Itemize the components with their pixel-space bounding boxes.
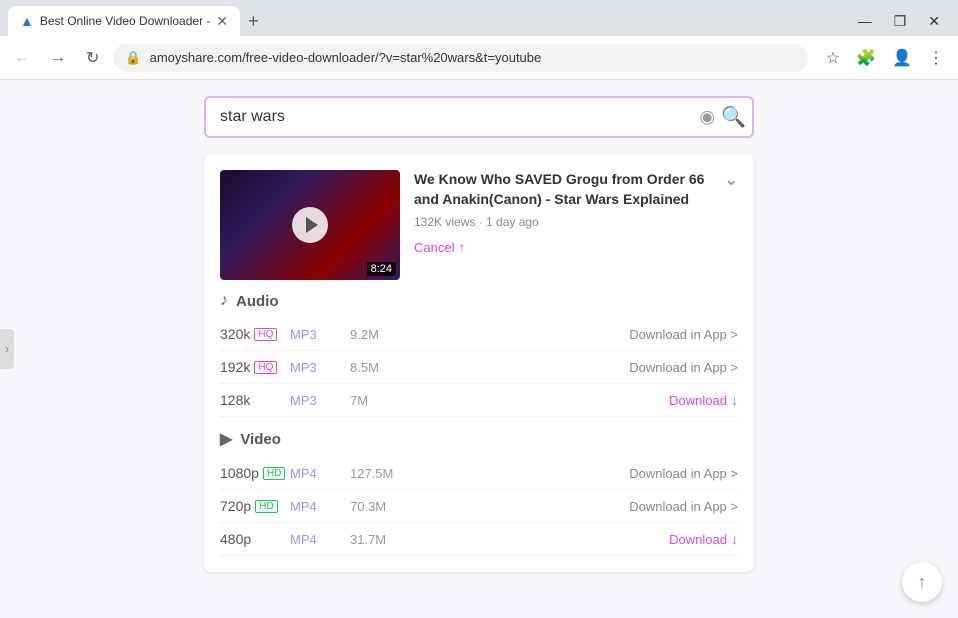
scroll-to-top-button[interactable]: ↑ — [902, 562, 942, 602]
download-128k[interactable]: Download ↓ — [669, 392, 738, 408]
refresh-button[interactable]: ↻ — [80, 44, 105, 72]
audio-row-128k: 128k MP3 7M Download ↓ — [220, 384, 738, 417]
search-button[interactable]: 🔍 — [721, 105, 746, 130]
audio-row-320k: 320k HQ MP3 9.2M Download in App > — [220, 318, 738, 351]
download-app-1080p[interactable]: Download in App > — [629, 466, 738, 481]
expand-icon[interactable]: ⌄ — [725, 170, 738, 192]
format-mp4-1: MP4 — [290, 466, 350, 481]
format-mp3-2: MP3 — [290, 360, 350, 375]
format-mp3-3: MP3 — [290, 393, 350, 408]
tab-favicon: ▲ — [20, 13, 34, 29]
download-app-192k[interactable]: Download in App > — [629, 360, 738, 375]
restore-button[interactable]: ❐ — [884, 9, 917, 34]
url-text: amoyshare.com/free-video-downloader/?v=s… — [150, 50, 796, 65]
hq-badge: HQ — [254, 328, 277, 341]
size-7m: 7M — [350, 393, 669, 408]
video-title: We Know Who SAVED Grogu from Order 66 an… — [414, 170, 738, 209]
audio-section-title: ♪ Audio — [220, 292, 738, 310]
quality-192k: 192k HQ — [220, 359, 290, 375]
download-480p[interactable]: Download ↓ — [669, 531, 738, 547]
new-tab-button[interactable]: + — [240, 7, 267, 36]
hd-badge-1080: HD — [263, 467, 285, 480]
download-app-320k[interactable]: Download in App > — [629, 327, 738, 342]
audio-icon: ♪ — [220, 292, 228, 310]
size-9m2: 9.2M — [350, 327, 629, 342]
video-section-title: ▶ Video — [220, 429, 738, 449]
play-button[interactable] — [292, 207, 328, 243]
download-app-720p[interactable]: Download in App > — [629, 499, 738, 514]
tab-label: Best Online Video Downloader - — [40, 14, 211, 28]
forward-button[interactable]: → — [44, 45, 72, 71]
video-thumbnail[interactable]: 8:24 — [220, 170, 400, 280]
quality-480p: 480p — [220, 531, 290, 547]
quality-320k: 320k HQ — [220, 326, 290, 342]
format-mp3-1: MP3 — [290, 327, 350, 342]
lock-icon: 🔒 — [125, 50, 141, 66]
size-70m: 70.3M — [350, 499, 629, 514]
size-31m: 31.7M — [350, 532, 669, 547]
navigation-bar: ← → ↻ 🔒 amoyshare.com/free-video-downloa… — [0, 36, 958, 80]
search-clear-button[interactable]: ◉ — [699, 107, 715, 128]
video-row-1080p: 1080p HD MP4 127.5M Download in App > — [220, 457, 738, 490]
quality-128k: 128k — [220, 392, 290, 408]
video-row-480p: 480p MP4 31.7M Download ↓ — [220, 523, 738, 556]
video-meta: We Know Who SAVED Grogu from Order 66 an… — [414, 170, 738, 280]
duration-badge: 8:24 — [367, 262, 396, 276]
active-tab[interactable]: ▲ Best Online Video Downloader - ✕ — [8, 6, 240, 36]
profile-button[interactable]: 👤 — [886, 44, 918, 72]
size-127m: 127.5M — [350, 466, 629, 481]
minimize-button[interactable]: — — [848, 9, 882, 34]
url-bar[interactable]: 🔒 amoyshare.com/free-video-downloader/?v… — [113, 44, 807, 72]
left-expand-tab[interactable]: › — [0, 329, 14, 369]
close-button[interactable]: ✕ — [918, 9, 950, 34]
extensions-button[interactable]: 🧩 — [850, 44, 882, 72]
tab-close-button[interactable]: ✕ — [216, 13, 228, 30]
audio-row-192k: 192k HQ MP3 8.5M Download in App > — [220, 351, 738, 384]
quality-720p: 720p HD — [220, 498, 290, 514]
page-content: › ◉ 🔍 8:24 We Know Who SAVED Grogu from … — [0, 80, 958, 618]
size-8m5: 8.5M — [350, 360, 629, 375]
back-button[interactable]: ← — [8, 45, 36, 71]
video-row-720p: 720p HD MP4 70.3M Download in App > — [220, 490, 738, 523]
result-card: 8:24 We Know Who SAVED Grogu from Order … — [204, 154, 754, 572]
video-icon: ▶ — [220, 429, 232, 449]
bookmark-button[interactable]: ☆ — [820, 44, 846, 72]
video-info: 8:24 We Know Who SAVED Grogu from Order … — [220, 170, 738, 280]
format-mp4-3: MP4 — [290, 532, 350, 547]
play-icon — [306, 217, 318, 233]
menu-button[interactable]: ⋮ — [922, 44, 950, 72]
cancel-button[interactable]: Cancel ↑ — [414, 239, 465, 255]
search-input[interactable] — [204, 96, 754, 138]
hq-badge-192: HQ — [254, 361, 277, 374]
quality-1080p: 1080p HD — [220, 465, 290, 481]
format-mp4-2: MP4 — [290, 499, 350, 514]
hd-badge-720: HD — [255, 500, 277, 513]
search-container: ◉ 🔍 — [204, 96, 754, 138]
video-stats: 132K views · 1 day ago — [414, 215, 738, 229]
